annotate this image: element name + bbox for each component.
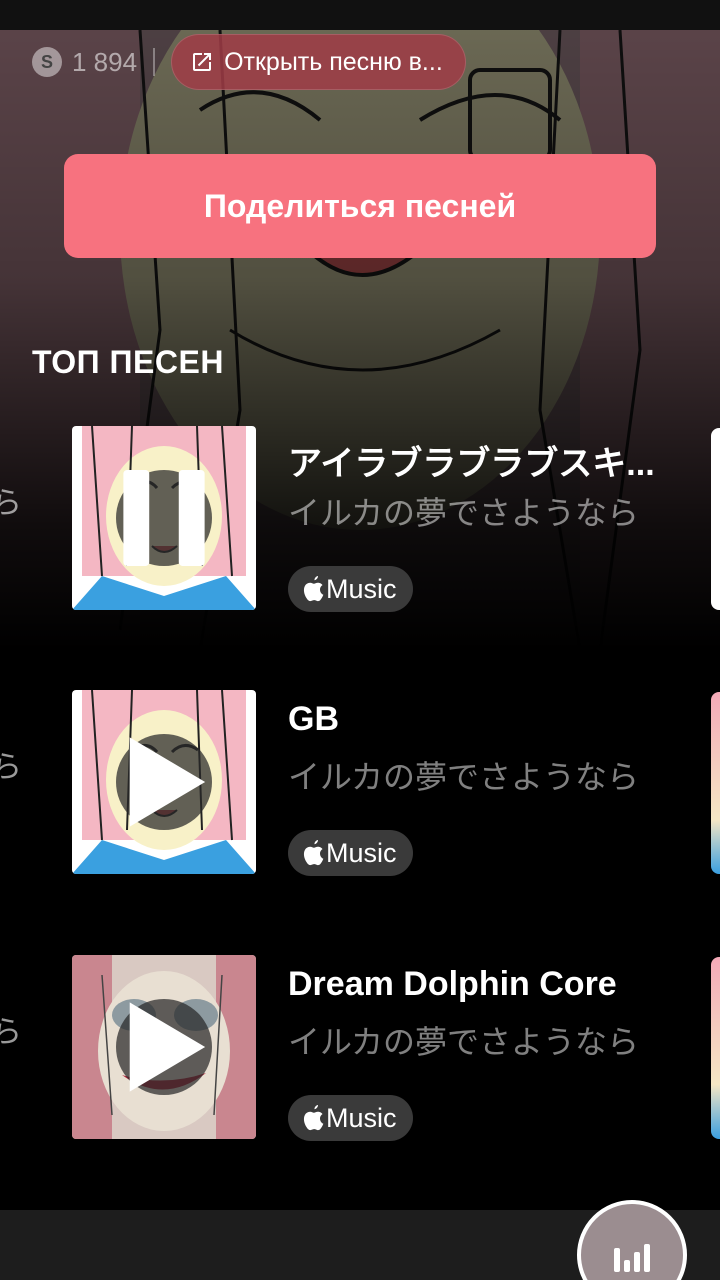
song-title: Dream Dolphin Core bbox=[288, 965, 617, 1003]
apple-music-badge[interactable]: Music bbox=[288, 566, 413, 612]
song-artist: イルカの夢でさようなら bbox=[288, 1024, 640, 1060]
song-artist: イルカの夢でさようなら bbox=[288, 759, 640, 795]
previous-card-edge: ら bbox=[0, 751, 22, 784]
play-icon bbox=[129, 737, 206, 827]
next-card-edge bbox=[711, 957, 720, 1139]
song-artist: イルカの夢でさようなら bbox=[288, 495, 640, 531]
top-songs-title: ТОП ПЕСЕН bbox=[32, 344, 224, 380]
status-bar bbox=[0, 0, 720, 30]
apple-icon bbox=[303, 1105, 324, 1131]
song-title: GB bbox=[288, 700, 339, 738]
song-cover[interactable] bbox=[72, 426, 256, 610]
next-card-edge bbox=[711, 692, 720, 874]
song-meta-row: S 1 894 Открыть песню в... bbox=[32, 34, 466, 90]
shazam-count: S 1 894 bbox=[32, 47, 137, 78]
play-icon bbox=[129, 1002, 206, 1092]
previous-card-edge: ら bbox=[0, 487, 22, 520]
play-button[interactable] bbox=[116, 734, 212, 830]
badge-label: Music bbox=[326, 837, 397, 868]
song-item[interactable]: ら アイラブラブラブスキ... イルカの夢でさようなら Music bbox=[0, 426, 720, 612]
shazam-count-value: 1 894 bbox=[72, 46, 138, 77]
open-song-in-button[interactable]: Открыть песню в... bbox=[171, 34, 466, 90]
song-item[interactable]: ら Dream Dolphin Core イルカの夢でさようなら Music bbox=[0, 955, 720, 1141]
play-button[interactable] bbox=[116, 999, 212, 1095]
apple-icon bbox=[303, 840, 324, 866]
badge-label: Music bbox=[326, 1102, 397, 1133]
previous-card-edge: ら bbox=[0, 1016, 22, 1049]
badge-label: Music bbox=[326, 573, 397, 604]
song-item[interactable]: ら GB イルカの夢でさようなら Music bbox=[0, 690, 720, 876]
open-song-label: Открыть песню в... bbox=[224, 47, 443, 76]
apple-music-badge[interactable]: Music bbox=[288, 830, 413, 876]
equalizer-icon bbox=[614, 1244, 650, 1272]
song-cover[interactable] bbox=[72, 955, 256, 1139]
apple-music-badge[interactable]: Music bbox=[288, 1095, 413, 1141]
shazam-icon: S bbox=[32, 47, 62, 77]
share-song-button[interactable]: Поделиться песней bbox=[64, 154, 656, 258]
apple-icon bbox=[303, 576, 324, 602]
open-external-icon bbox=[193, 53, 212, 71]
song-cover[interactable] bbox=[72, 690, 256, 874]
divider bbox=[153, 48, 156, 76]
pause-icon bbox=[123, 470, 205, 566]
pause-button[interactable] bbox=[116, 470, 212, 566]
next-card-edge bbox=[711, 428, 720, 610]
song-title: アイラブラブラブスキ... bbox=[288, 445, 655, 483]
